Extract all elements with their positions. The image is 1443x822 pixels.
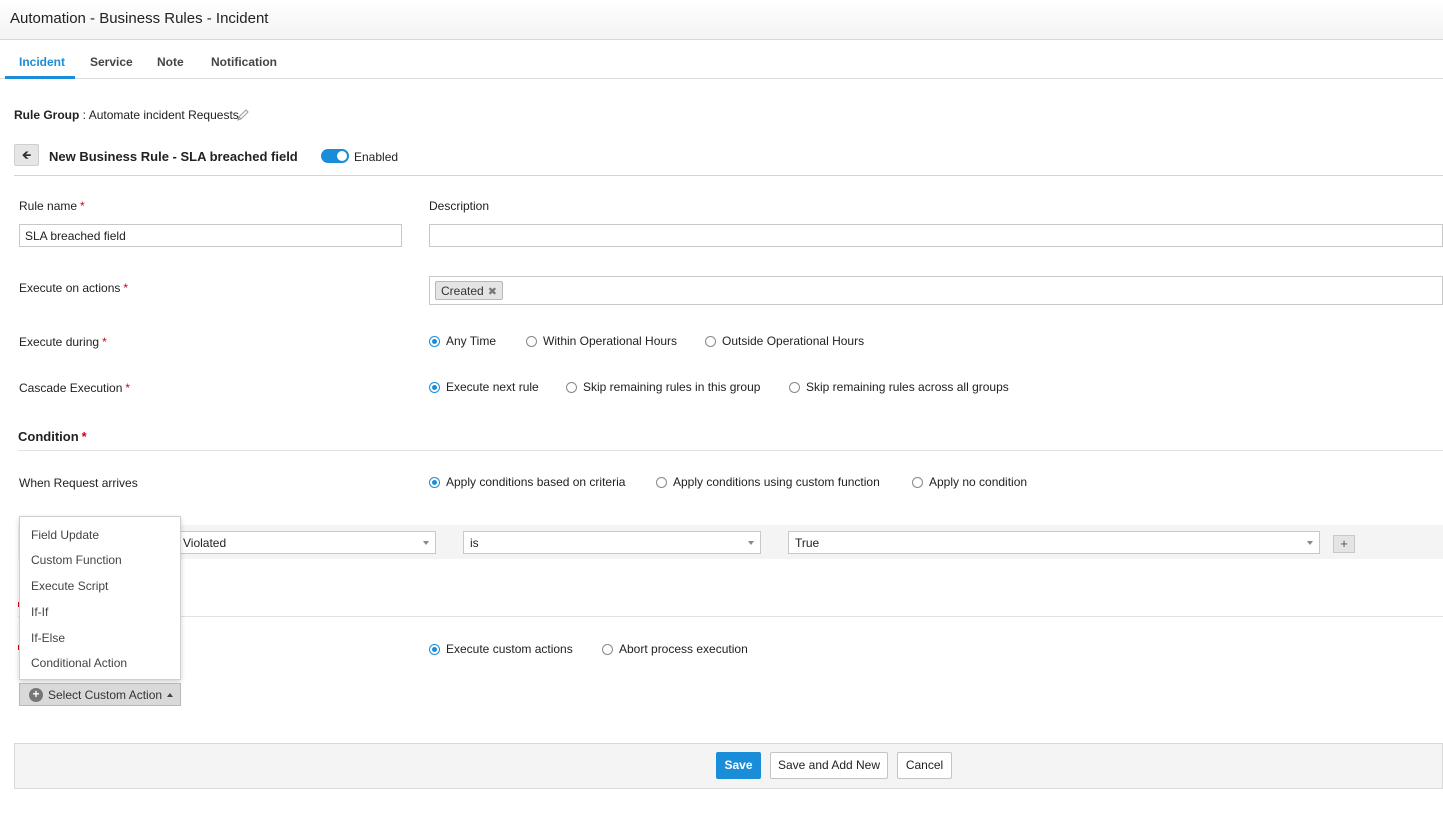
criteria-operator-select[interactable]: is <box>463 531 761 554</box>
cancel-button[interactable]: Cancel <box>897 752 952 779</box>
save-button[interactable]: Save <box>716 752 761 779</box>
execute-on-actions-label: Execute on actions * <box>19 281 129 295</box>
condition-title: Condition * <box>18 429 87 444</box>
radio-abort-process-execution[interactable]: Abort process execution <box>602 642 748 656</box>
radio-outside-operational-hours[interactable]: Outside Operational Hours <box>705 334 864 348</box>
execute-during-label: Execute during * <box>19 335 107 349</box>
description-input[interactable] <box>429 224 1443 247</box>
radio-skip-remaining-group[interactable]: Skip remaining rules in this group <box>566 380 760 394</box>
rule-name-label: Rule name * <box>19 199 85 213</box>
tab-incident[interactable]: Incident <box>19 55 65 69</box>
radio-skip-remaining-all-groups[interactable]: Skip remaining rules across all groups <box>789 380 1009 394</box>
save-and-add-new-button[interactable]: Save and Add New <box>770 752 888 779</box>
active-tab-indicator <box>5 76 75 79</box>
menu-item-execute-script[interactable]: Execute Script <box>31 579 108 593</box>
toggle-knob <box>337 151 347 161</box>
chevron-down-icon <box>423 541 429 545</box>
rule-group-value: Automate incident Requests <box>88 108 239 122</box>
window-title: Automation - Business Rules - Incident <box>10 10 269 27</box>
rule-group-separator: : <box>79 108 89 122</box>
rule-title: New Business Rule - SLA breached field <box>49 149 298 164</box>
when-request-arrives-label: When Request arrives <box>19 476 138 490</box>
cascade-execution-label: Cascade Execution * <box>19 381 131 395</box>
chevron-down-icon <box>748 541 754 545</box>
menu-item-conditional-action[interactable]: Conditional Action <box>31 656 127 670</box>
rule-name-input[interactable]: SLA breached field <box>19 224 402 247</box>
criteria-field-select[interactable]: Violated <box>170 531 436 554</box>
back-button[interactable]: 🡸 <box>14 144 39 166</box>
select-custom-action-label: Select Custom Action <box>48 687 163 702</box>
custom-action-menu: Field Update Custom Function Execute Scr… <box>19 516 181 680</box>
description-label: Description <box>429 199 490 213</box>
enabled-label: Enabled <box>354 150 399 164</box>
title-bar: Automation - Business Rules - Incident <box>0 0 1443 40</box>
add-criteria-button[interactable]: + <box>1333 535 1355 553</box>
divider <box>14 175 1443 176</box>
enabled-toggle[interactable] <box>321 149 349 163</box>
divider <box>18 616 1443 617</box>
pencil-icon[interactable] <box>236 108 250 122</box>
menu-item-if-else[interactable]: If-Else <box>31 631 65 645</box>
chevron-down-icon <box>1307 541 1313 545</box>
tab-notification[interactable]: Notification <box>211 55 277 69</box>
plus-circle-icon: + <box>29 687 43 702</box>
rule-group-label: Rule Group <box>14 108 80 122</box>
menu-item-field-update[interactable]: Field Update <box>31 528 99 542</box>
criteria-value-select[interactable]: True <box>788 531 1320 554</box>
menu-item-if-if[interactable]: If-If <box>31 605 48 619</box>
rule-group: Rule Group : Automate incident Requests <box>14 108 239 122</box>
radio-execute-next-rule[interactable]: Execute next rule <box>429 380 539 394</box>
execute-on-actions-input[interactable]: Created ✖ <box>429 276 1443 305</box>
radio-any-time[interactable]: Any Time <box>429 334 496 348</box>
chevron-up-icon <box>167 692 174 697</box>
tag-created: Created ✖ <box>435 281 503 300</box>
menu-item-custom-function[interactable]: Custom Function <box>31 553 122 567</box>
divider <box>18 450 1443 451</box>
select-custom-action-button[interactable]: + Select Custom Action <box>19 683 181 706</box>
tab-bar: Incident Service Note Notification <box>0 40 1443 79</box>
radio-conditions-custom-function[interactable]: Apply conditions using custom function <box>656 475 880 489</box>
radio-no-condition[interactable]: Apply no condition <box>912 475 1027 489</box>
radio-within-operational-hours[interactable]: Within Operational Hours <box>526 334 677 348</box>
tab-note[interactable]: Note <box>157 55 184 69</box>
radio-conditions-criteria[interactable]: Apply conditions based on criteria <box>429 475 625 489</box>
radio-execute-custom-actions[interactable]: Execute custom actions <box>429 642 573 656</box>
arrow-left-icon: 🡸 <box>21 148 32 162</box>
remove-tag-icon[interactable]: ✖ <box>488 286 497 298</box>
tab-service[interactable]: Service <box>90 55 133 69</box>
